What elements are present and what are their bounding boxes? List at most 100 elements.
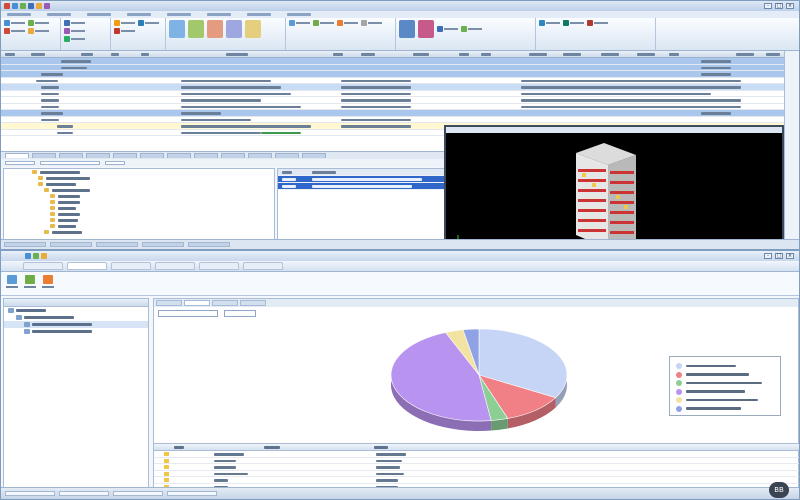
list-item[interactable] bbox=[278, 176, 446, 183]
estimate-editor-window: - □ × bbox=[0, 0, 800, 250]
report-tab-5[interactable] bbox=[199, 262, 239, 270]
tree-node[interactable] bbox=[4, 229, 274, 235]
ribbon-button[interactable] bbox=[114, 20, 135, 26]
chart-icon[interactable] bbox=[418, 20, 434, 38]
building-3d-viewer[interactable] bbox=[444, 125, 784, 249]
subtab[interactable] bbox=[212, 300, 238, 306]
ribbon-button[interactable] bbox=[289, 20, 310, 26]
close-button[interactable]: × bbox=[786, 3, 794, 9]
price-icon[interactable] bbox=[245, 20, 261, 38]
calc-icon[interactable] bbox=[169, 20, 185, 38]
detail-tab[interactable] bbox=[302, 153, 326, 158]
new-icon[interactable] bbox=[12, 3, 18, 9]
subtab[interactable] bbox=[184, 300, 210, 306]
ribbon-button[interactable] bbox=[138, 20, 159, 26]
undo-icon[interactable] bbox=[36, 3, 42, 9]
insert-icon bbox=[4, 20, 10, 26]
ribbon-button[interactable] bbox=[437, 20, 458, 38]
minimize-button[interactable]: - bbox=[764, 3, 772, 9]
maximize-button[interactable]: □ bbox=[775, 253, 783, 259]
project-node[interactable] bbox=[4, 321, 148, 328]
ribbon-tab-6[interactable] bbox=[207, 13, 231, 16]
ribbon-button[interactable] bbox=[4, 28, 25, 34]
project-node[interactable] bbox=[4, 328, 148, 335]
open-icon[interactable] bbox=[20, 3, 26, 9]
ribbon-tab-4[interactable] bbox=[127, 13, 151, 16]
redo-icon[interactable] bbox=[44, 3, 50, 9]
quota-list[interactable] bbox=[277, 168, 447, 240]
report-tab-project-management[interactable] bbox=[23, 262, 63, 270]
detail-tab[interactable] bbox=[5, 153, 29, 158]
detail-tab[interactable] bbox=[248, 153, 272, 158]
project-node[interactable] bbox=[4, 307, 148, 314]
preview-button[interactable] bbox=[5, 275, 19, 292]
search-input[interactable] bbox=[105, 161, 125, 165]
floating-badge[interactable]: BB bbox=[769, 482, 789, 498]
detail-tab[interactable] bbox=[221, 153, 245, 158]
project-node[interactable] bbox=[4, 314, 148, 321]
detail-tab[interactable] bbox=[194, 153, 218, 158]
ribbon-button[interactable] bbox=[539, 20, 560, 26]
report-icon[interactable] bbox=[226, 20, 242, 38]
quota-tree[interactable] bbox=[3, 168, 275, 240]
maximize-button[interactable]: □ bbox=[775, 3, 783, 9]
minimize-button[interactable]: - bbox=[764, 253, 772, 259]
subtab[interactable] bbox=[240, 300, 266, 306]
chart-type-select[interactable] bbox=[158, 309, 218, 317]
ribbon-tab-2[interactable] bbox=[47, 13, 71, 16]
info-icon bbox=[563, 20, 569, 26]
detail-tab[interactable] bbox=[59, 153, 83, 158]
ribbon-tab-5[interactable] bbox=[167, 13, 191, 16]
table-icon[interactable] bbox=[399, 20, 415, 38]
detail-tab[interactable] bbox=[140, 153, 164, 158]
cost-summary-table[interactable] bbox=[154, 443, 799, 490]
ribbon-button[interactable] bbox=[461, 20, 482, 38]
save-icon[interactable] bbox=[25, 253, 31, 259]
subtab[interactable] bbox=[156, 300, 182, 306]
detail-tab[interactable] bbox=[32, 153, 56, 158]
ribbon-tab-3[interactable] bbox=[87, 13, 111, 16]
ribbon-button[interactable] bbox=[337, 20, 358, 26]
report-tab-6[interactable] bbox=[243, 262, 283, 270]
close-button[interactable]: × bbox=[786, 253, 794, 259]
detail-tab[interactable] bbox=[167, 153, 191, 158]
app-icon[interactable] bbox=[4, 3, 10, 9]
print-icon[interactable] bbox=[33, 253, 39, 259]
ribbon-group-tools bbox=[166, 18, 286, 50]
report-tab-3[interactable] bbox=[111, 262, 151, 270]
property-side-panel[interactable] bbox=[784, 51, 799, 249]
ribbon-button[interactable] bbox=[28, 20, 49, 26]
unit-select[interactable] bbox=[224, 309, 256, 317]
list-item[interactable] bbox=[278, 183, 446, 190]
region-select[interactable] bbox=[5, 161, 35, 165]
ribbon-tab-8[interactable] bbox=[287, 13, 311, 16]
detail-tab[interactable] bbox=[275, 153, 299, 158]
ribbon-button[interactable] bbox=[64, 36, 85, 42]
ribbon-button[interactable] bbox=[64, 20, 85, 26]
report-button[interactable] bbox=[23, 275, 37, 292]
excel-icon bbox=[138, 20, 144, 26]
report-tab-cost-analysis[interactable] bbox=[67, 262, 107, 270]
ribbon-button[interactable] bbox=[114, 28, 135, 34]
ribbon-tab-7[interactable] bbox=[247, 13, 271, 16]
ribbon-tab-1[interactable] bbox=[7, 13, 31, 16]
detail-tab[interactable] bbox=[113, 153, 137, 158]
legend-entry bbox=[676, 405, 741, 412]
ribbon-button[interactable] bbox=[64, 28, 85, 34]
report-tab-4[interactable] bbox=[155, 262, 195, 270]
save-icon[interactable] bbox=[28, 3, 34, 9]
project-tree-panel[interactable] bbox=[3, 298, 149, 488]
ribbon-button[interactable] bbox=[563, 20, 584, 26]
ribbon-button[interactable] bbox=[587, 20, 608, 26]
summary-icon[interactable] bbox=[207, 20, 223, 38]
ribbon-button[interactable] bbox=[313, 20, 334, 26]
detail-tab[interactable] bbox=[86, 153, 110, 158]
export-icon[interactable] bbox=[41, 253, 47, 259]
ribbon-button[interactable] bbox=[28, 28, 49, 34]
ribbon-button[interactable] bbox=[361, 20, 382, 26]
quota-select[interactable] bbox=[40, 161, 100, 165]
chart-settings-button[interactable] bbox=[41, 275, 55, 292]
ribbon-button[interactable] bbox=[4, 20, 25, 26]
wizard-icon[interactable] bbox=[188, 20, 204, 38]
filter-icon bbox=[289, 20, 295, 26]
